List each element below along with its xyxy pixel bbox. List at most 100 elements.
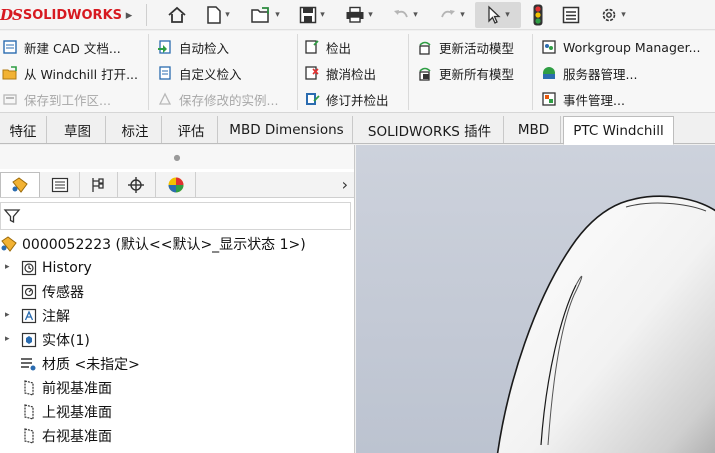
toolbar-separator xyxy=(146,4,147,26)
rebuild-status-button[interactable] xyxy=(527,2,549,28)
options-list-button[interactable] xyxy=(557,2,585,28)
save-modified-icon xyxy=(157,91,173,107)
undo-button[interactable]: ▾ xyxy=(385,2,425,28)
event-manager-button[interactable]: 事件管理... xyxy=(541,88,625,110)
custom-checkin-icon xyxy=(157,65,173,81)
undo-checkout-icon xyxy=(304,65,320,81)
expand-arrow-icon[interactable]: ▸ xyxy=(5,310,10,320)
tree-item-label: 上视基准面 xyxy=(42,405,112,421)
tree-item-sensors[interactable]: 传感器 xyxy=(20,281,84,303)
workgroup-manager-button[interactable]: Workgroup Manager... xyxy=(541,36,701,58)
sensor-icon xyxy=(20,283,38,301)
tab-mbd-dimensions[interactable]: MBD Dimensions xyxy=(221,116,353,143)
checkout-button[interactable]: 检出 xyxy=(304,36,351,58)
solidworks-logo[interactable]: DS SOLIDWORKS xyxy=(0,3,122,27)
configuration-manager-icon xyxy=(91,177,104,192)
custom-checkin-button[interactable]: 自定义检入 xyxy=(157,62,242,84)
part-body-surface[interactable] xyxy=(496,195,715,453)
more-tabs-arrow-icon[interactable]: › xyxy=(342,175,348,194)
print-button[interactable]: ▾ xyxy=(338,2,380,28)
update-active-model-icon xyxy=(417,39,433,55)
select-button[interactable]: ▾ xyxy=(475,2,521,28)
open-folder-icon xyxy=(2,65,18,81)
update-all-models-button[interactable]: 更新所有模型 xyxy=(417,62,514,84)
workgroup-manager-icon xyxy=(541,39,557,55)
property-manager-icon xyxy=(51,177,68,192)
ribbon-separator xyxy=(297,34,298,110)
tab-features[interactable]: 特征 xyxy=(0,116,47,143)
undo-icon xyxy=(394,10,409,18)
save-modified-instances-button[interactable]: 保存修改的实例... xyxy=(157,88,278,110)
options-list-icon xyxy=(562,6,580,24)
expand-arrow-icon[interactable]: ▸ xyxy=(5,334,10,344)
tree-item-label: 前视基准面 xyxy=(42,381,112,397)
new-cad-document-label: 新建 CAD 文档... xyxy=(24,40,121,56)
tree-item-material[interactable]: 材质 <未指定> xyxy=(20,353,140,375)
redo-button[interactable]: ▾ xyxy=(432,2,472,28)
solid-body-folder-icon xyxy=(20,331,38,349)
feature-manager-tab[interactable] xyxy=(0,172,40,197)
tree-item-label: 传感器 xyxy=(42,285,84,301)
tree-item-front-plane[interactable]: 前视基准面 xyxy=(20,377,112,399)
server-manager-button[interactable]: 服务器管理... xyxy=(541,62,637,84)
tree-item-solid-bodies[interactable]: ▸ 实体(1) xyxy=(5,329,90,351)
tree-item-history[interactable]: ▸ History xyxy=(5,257,92,279)
undo-checkout-button[interactable]: 撤消检出 xyxy=(304,62,376,84)
auto-checkin-label: 自动检入 xyxy=(179,40,230,56)
tree-item-origin[interactable] xyxy=(20,449,42,453)
display-manager-tab[interactable] xyxy=(156,172,196,197)
tab-solidworks-addins[interactable]: SOLIDWORKS 插件 xyxy=(356,116,504,143)
update-active-model-label: 更新活动模型 xyxy=(439,40,515,56)
checkout-icon xyxy=(304,39,320,55)
revise-and-checkout-button[interactable]: 修订并检出 xyxy=(304,88,389,110)
server-manager-icon xyxy=(541,65,557,81)
redo-icon xyxy=(441,10,456,18)
dimxpert-icon xyxy=(127,176,144,193)
tree-root-part[interactable]: 0000052223 (默认<<默认>_显示状态 1>) xyxy=(0,233,306,255)
tree-item-top-plane[interactable]: 上视基准面 xyxy=(20,401,112,423)
menu-bar: DS SOLIDWORKS ▸ ▾ ▾ ▾ ▾ ▾ ▾ ▾ ▾ xyxy=(0,0,715,30)
dimxpert-manager-tab[interactable] xyxy=(116,172,156,197)
ribbon-separator xyxy=(408,34,409,110)
settings-button[interactable]: ▾ xyxy=(592,2,634,28)
checkout-label: 检出 xyxy=(326,40,352,56)
save-workspace-icon xyxy=(2,91,18,107)
plane-icon xyxy=(20,403,38,421)
tab-sketch[interactable]: 草图 xyxy=(50,116,106,143)
tab-evaluate[interactable]: 评估 xyxy=(165,116,218,143)
undo-checkout-label: 撤消检出 xyxy=(326,66,377,82)
traffic-light-icon xyxy=(533,4,543,26)
property-manager-tab[interactable] xyxy=(40,172,80,197)
revise-checkout-icon xyxy=(304,91,320,107)
panel-grip-handle[interactable]: ● xyxy=(0,145,354,169)
history-icon xyxy=(20,259,38,277)
open-icon xyxy=(251,7,270,23)
update-active-model-button[interactable]: 更新活动模型 xyxy=(417,36,514,58)
tree-item-annotations[interactable]: ▸ 注解 xyxy=(5,305,70,327)
expand-arrow-icon[interactable]: ▸ xyxy=(5,262,10,272)
save-to-workspace-button[interactable]: 保存到工作区... xyxy=(2,88,111,110)
tree-item-right-plane[interactable]: 右视基准面 xyxy=(20,425,112,447)
new-cad-document-button[interactable]: 新建 CAD 文档... xyxy=(2,36,121,58)
open-from-windchill-button[interactable]: 从 Windchill 打开... xyxy=(2,62,138,84)
print-icon xyxy=(346,6,364,23)
custom-checkin-label: 自定义检入 xyxy=(179,66,242,82)
annotation-icon xyxy=(20,307,38,325)
open-button[interactable]: ▾ xyxy=(244,2,286,28)
home-button[interactable] xyxy=(162,2,192,28)
command-ribbon: 新建 CAD 文档... 从 Windchill 打开... 保存到工作区...… xyxy=(0,31,715,113)
graphics-viewport[interactable] xyxy=(356,145,715,453)
solidworks-wordmark: SOLIDWORKS xyxy=(22,7,123,23)
tab-markup[interactable]: 标注 xyxy=(109,116,162,143)
new-document-button[interactable]: ▾ xyxy=(197,2,239,28)
auto-checkin-button[interactable]: 自动检入 xyxy=(157,36,229,58)
tab-ptc-windchill[interactable]: PTC Windchill xyxy=(563,116,674,145)
tab-mbd[interactable]: MBD xyxy=(507,116,561,143)
menu-expand-arrow-icon[interactable]: ▸ xyxy=(121,6,137,24)
save-icon xyxy=(299,6,317,24)
tree-filter-box[interactable] xyxy=(0,202,351,230)
save-button[interactable]: ▾ xyxy=(291,2,333,28)
server-manager-label: 服务器管理... xyxy=(563,66,638,82)
settings-gear-icon xyxy=(602,8,616,22)
configuration-manager-tab[interactable] xyxy=(78,172,118,197)
